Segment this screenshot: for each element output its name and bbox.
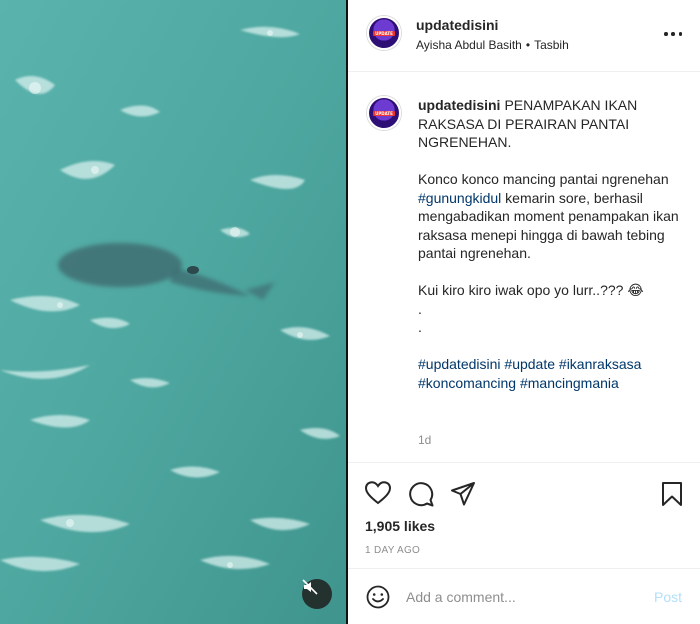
hashtag-link[interactable]: #updatedisini (418, 356, 501, 372)
post-date[interactable]: 1 DAY AGO (365, 545, 420, 556)
avatar-badge: UPDATE (373, 110, 395, 116)
hashtag-link[interactable]: #update (504, 356, 555, 372)
hashtag-link[interactable]: #koncomancing (418, 375, 516, 391)
paper-plane-icon[interactable] (450, 481, 476, 507)
post-comment-button[interactable]: Post (654, 589, 682, 605)
audio-artist: Ayisha Abdul Basith (416, 38, 522, 52)
post-video[interactable] (0, 0, 346, 624)
header-username[interactable]: updatedisini (416, 17, 498, 33)
caption-dot: . (418, 300, 422, 317)
caption-username[interactable]: updatedisini (418, 97, 500, 113)
caption-p1-before: Konco konco mancing pantai ngrenehan (418, 171, 669, 187)
caption-section: UPDATE updatedisini PENAMPAKAN IKAN RAKSA… (348, 72, 700, 462)
post-header: UPDATE updatedisini Ayisha Abdul Basith •… (348, 0, 700, 72)
audio-title: Tasbih (534, 38, 569, 52)
avatar-badge: UPDATE (373, 30, 395, 36)
bookmark-icon[interactable] (661, 481, 683, 507)
hashtag-list: #updatedisini #update #ikanraksasa #konc… (418, 355, 688, 392)
speaker-muted-icon (302, 579, 318, 595)
mute-toggle-button[interactable] (302, 579, 332, 609)
likes-count[interactable]: 1,905 likes (365, 518, 435, 534)
caption-text: updatedisini PENAMPAKAN IKAN RAKSASA DI P… (418, 96, 688, 392)
post-side-panel: UPDATE updatedisini Ayisha Abdul Basith •… (348, 0, 700, 624)
audio-attribution[interactable]: Ayisha Abdul Basith • Tasbih (416, 38, 569, 52)
sea-video-frame (0, 0, 346, 624)
separator-dot: • (525, 38, 531, 52)
heart-icon[interactable] (365, 481, 391, 505)
comment-bar: Post (348, 568, 700, 624)
more-options-icon[interactable] (664, 23, 682, 45)
hashtag-link[interactable]: #ikanraksasa (559, 356, 642, 372)
comment-input[interactable] (406, 586, 646, 608)
hashtag-link[interactable]: #gunungkidul (418, 190, 501, 206)
comment-icon[interactable] (408, 481, 434, 507)
caption-avatar[interactable]: UPDATE (367, 96, 401, 130)
avatar[interactable]: UPDATE (367, 16, 401, 50)
caption-question: Kui kiro kiro iwak opo yo lurr..??? 😂 (418, 282, 644, 298)
action-bar: 1,905 likes 1 DAY AGO (348, 462, 700, 572)
smiley-icon[interactable] (366, 585, 390, 609)
caption-timestamp[interactable]: 1d (418, 433, 431, 447)
caption-dot: . (418, 319, 422, 335)
hashtag-link[interactable]: #mancingmania (520, 375, 619, 391)
